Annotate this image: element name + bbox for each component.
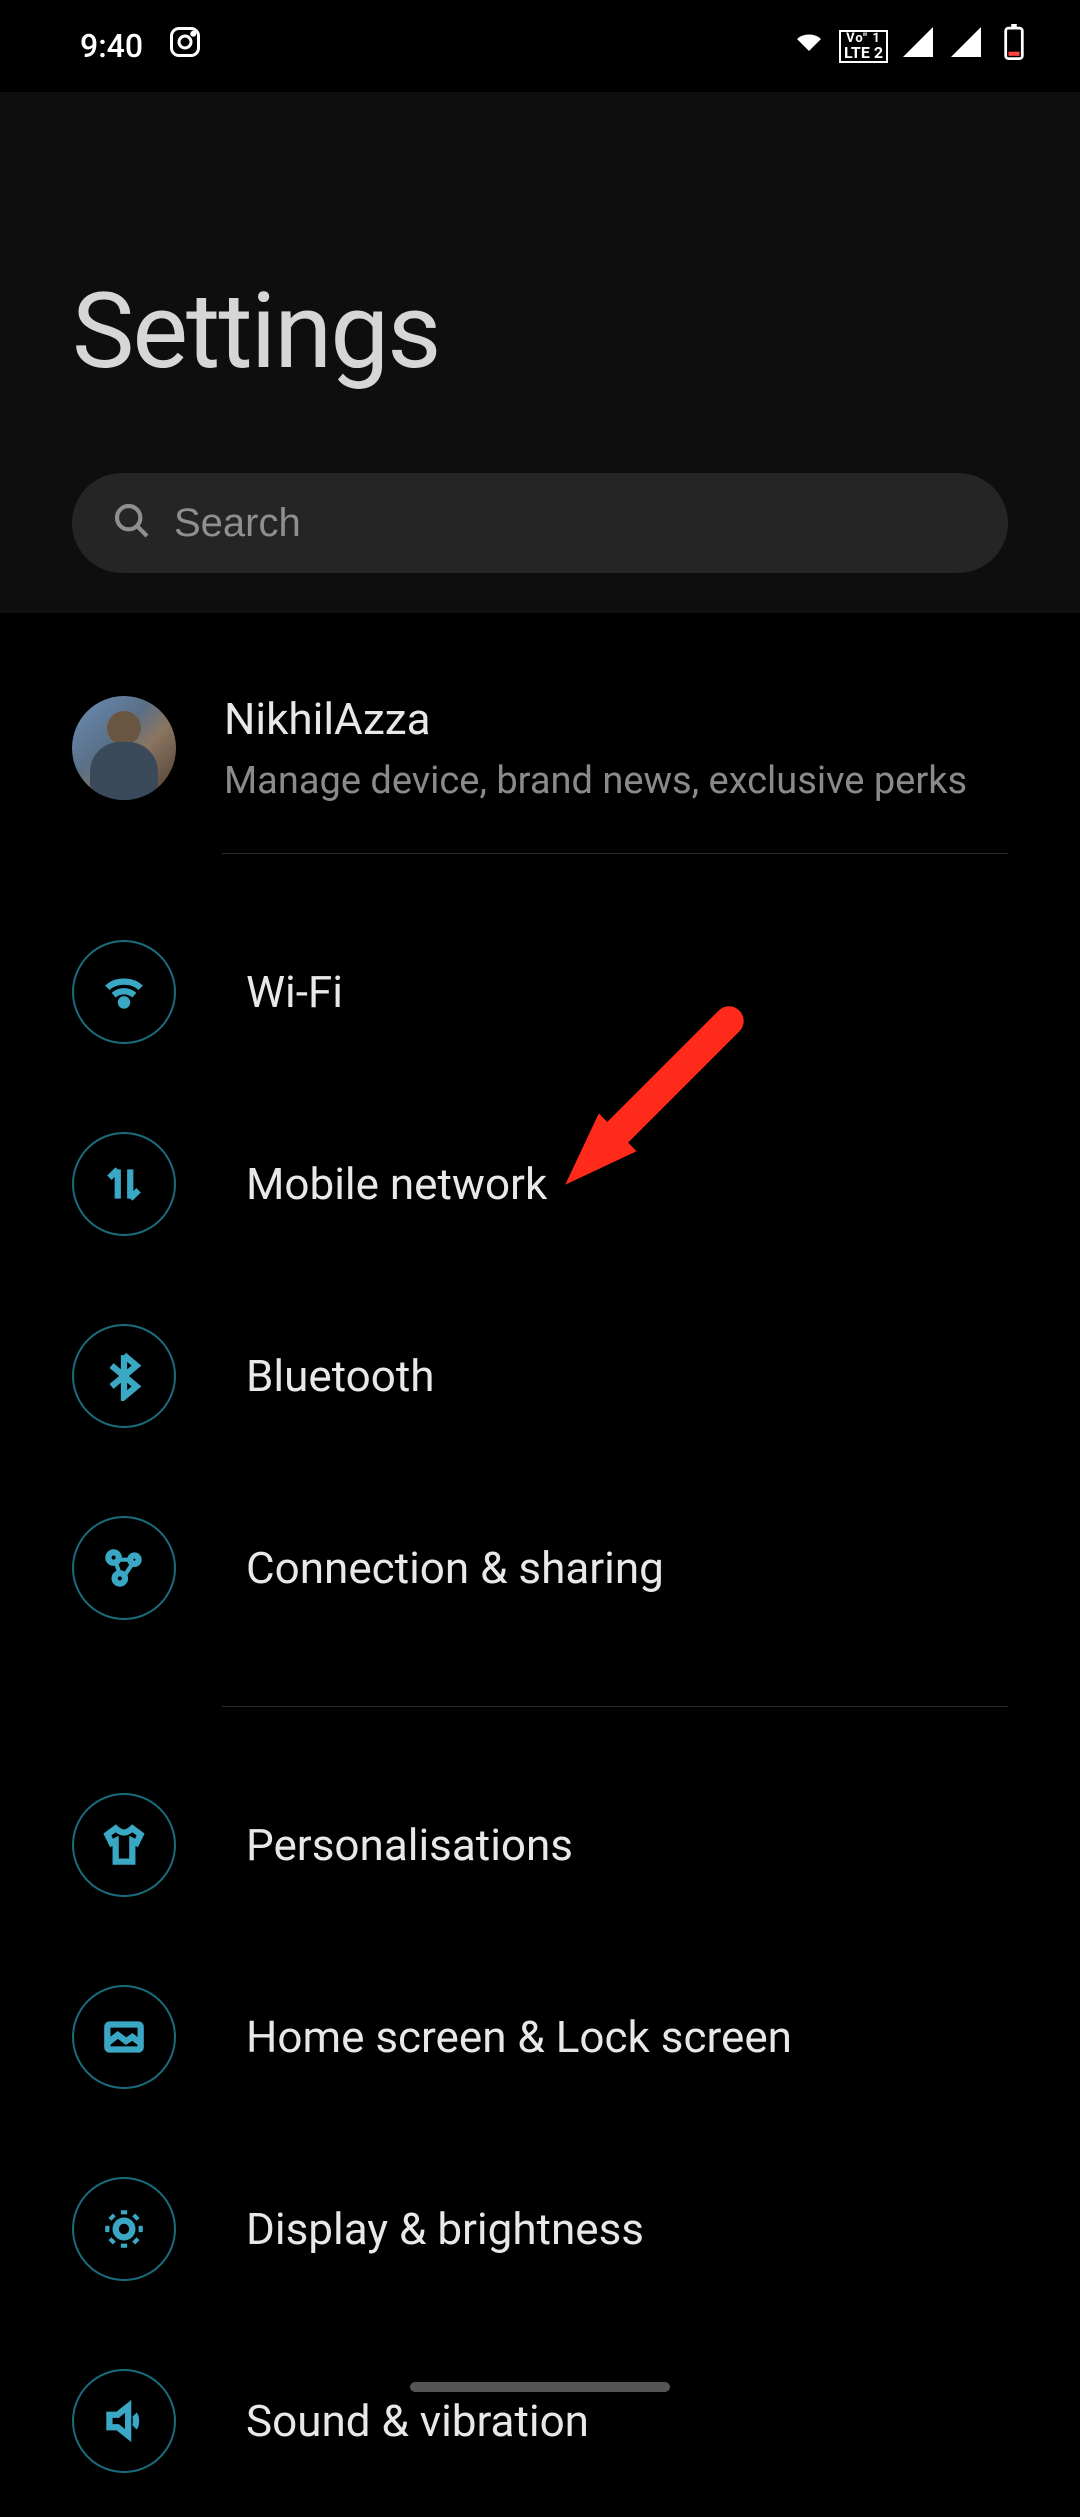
settings-item-label: Personalisations: [246, 1819, 573, 1871]
image-icon: [72, 1985, 176, 2089]
settings-item-label: Bluetooth: [246, 1350, 434, 1402]
shirt-icon: [72, 1793, 176, 1897]
mobile-data-icon: [72, 1132, 176, 1236]
wifi-icon: [791, 24, 827, 68]
settings-item-label: Sound & vibration: [246, 2395, 589, 2447]
settings-item-connection-sharing[interactable]: Connection & sharing: [0, 1472, 1080, 1664]
settings-item-label: Connection & sharing: [246, 1542, 664, 1594]
volte-icon: Vo" 1LTE 2: [839, 30, 888, 63]
settings-item-label: Home screen & Lock screen: [246, 2011, 792, 2063]
settings-item-personalisations[interactable]: Personalisations: [0, 1749, 1080, 1941]
search-input[interactable]: [174, 501, 968, 546]
search-icon: [112, 501, 152, 545]
navigation-handle[interactable]: [410, 2382, 670, 2392]
settings-item-bluetooth[interactable]: Bluetooth: [0, 1280, 1080, 1472]
status-time: 9:40: [80, 27, 143, 65]
settings-item-wifi[interactable]: Wi-Fi: [0, 896, 1080, 1088]
settings-item-home-lock-screen[interactable]: Home screen & Lock screen: [0, 1941, 1080, 2133]
settings-item-label: Wi-Fi: [246, 966, 343, 1018]
signal-icon: [900, 24, 936, 68]
account-name: NikhilAzza: [224, 693, 967, 745]
settings-item-label: Display & brightness: [246, 2203, 644, 2255]
settings-item-sound-vibration[interactable]: Sound & vibration: [0, 2325, 1080, 2517]
brightness-icon: [72, 2177, 176, 2281]
connection-icon: [72, 1516, 176, 1620]
status-bar: 9:40 Vo" 1LTE 2: [0, 0, 1080, 92]
settings-item-label: Mobile network: [246, 1158, 547, 1210]
avatar: [72, 696, 176, 800]
search-bar[interactable]: [72, 473, 1008, 573]
bluetooth-icon: [72, 1324, 176, 1428]
signal-icon-2: [948, 24, 984, 68]
wifi-icon: [72, 940, 176, 1044]
battery-icon: [996, 24, 1032, 68]
account-row[interactable]: NikhilAzza Manage device, brand news, ex…: [0, 613, 1080, 853]
page-title: Settings: [0, 100, 1080, 473]
account-subtitle: Manage device, brand news, exclusive per…: [224, 759, 967, 803]
header-region: Settings: [0, 92, 1080, 613]
settings-item-display-brightness[interactable]: Display & brightness: [0, 2133, 1080, 2325]
settings-item-mobile-network[interactable]: Mobile network: [0, 1088, 1080, 1280]
instagram-icon: [167, 24, 203, 68]
sound-icon: [72, 2369, 176, 2473]
